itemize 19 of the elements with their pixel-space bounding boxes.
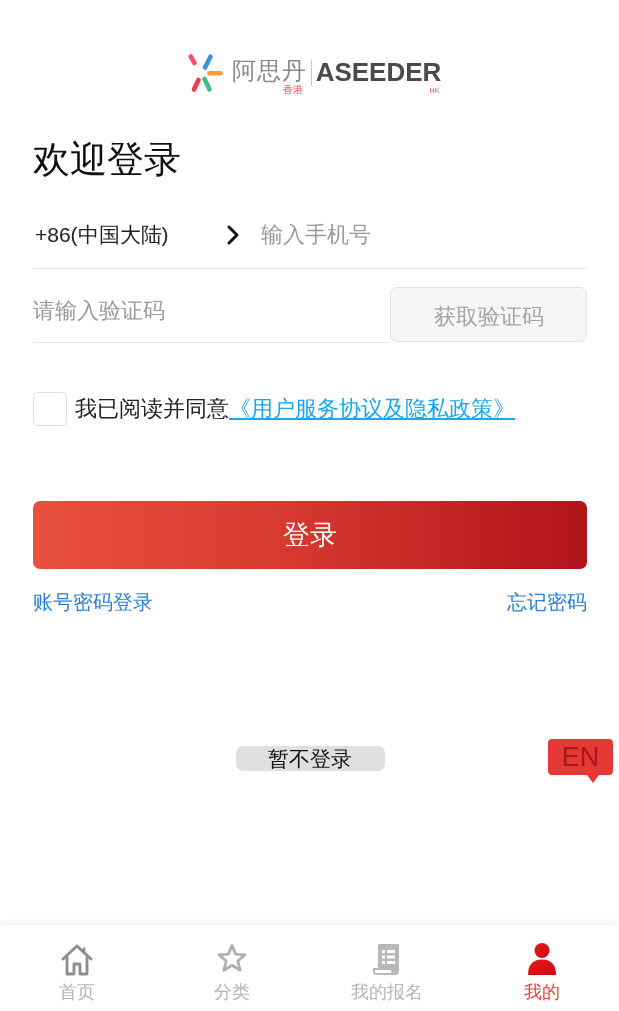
country-code-selector[interactable]: +86(中国大陆) (35, 220, 240, 250)
region-label: 香港 (282, 85, 303, 95)
tab[interactable]: 分类 (154, 925, 310, 1011)
login-button[interactable]: 登录 (33, 501, 587, 569)
forgot-password-link[interactable]: 忘记密码 (507, 588, 587, 616)
phone-input-field[interactable]: 输入手机号 (261, 215, 587, 255)
agreement-link[interactable]: 《用户服务协议及隐私政策》 (229, 394, 515, 424)
tab[interactable]: 我的报名 (309, 925, 465, 1011)
chevron-right-icon (226, 224, 240, 246)
home-icon (60, 942, 95, 976)
skip-login-button[interactable]: 暂不登录 (235, 746, 385, 771)
page-title: 欢迎登录 (33, 138, 181, 182)
brand-name: 阿思丹 (231, 56, 307, 85)
tab[interactable]: 我的 (464, 925, 619, 1011)
tab[interactable]: 首页 (0, 925, 155, 1011)
password-login-link[interactable]: 账号密码登录 (33, 588, 153, 616)
checkbox[interactable] (33, 392, 67, 426)
brand-name: ASEEDER (315, 57, 442, 87)
agreement-text: 我已阅读并同意 (75, 395, 229, 423)
